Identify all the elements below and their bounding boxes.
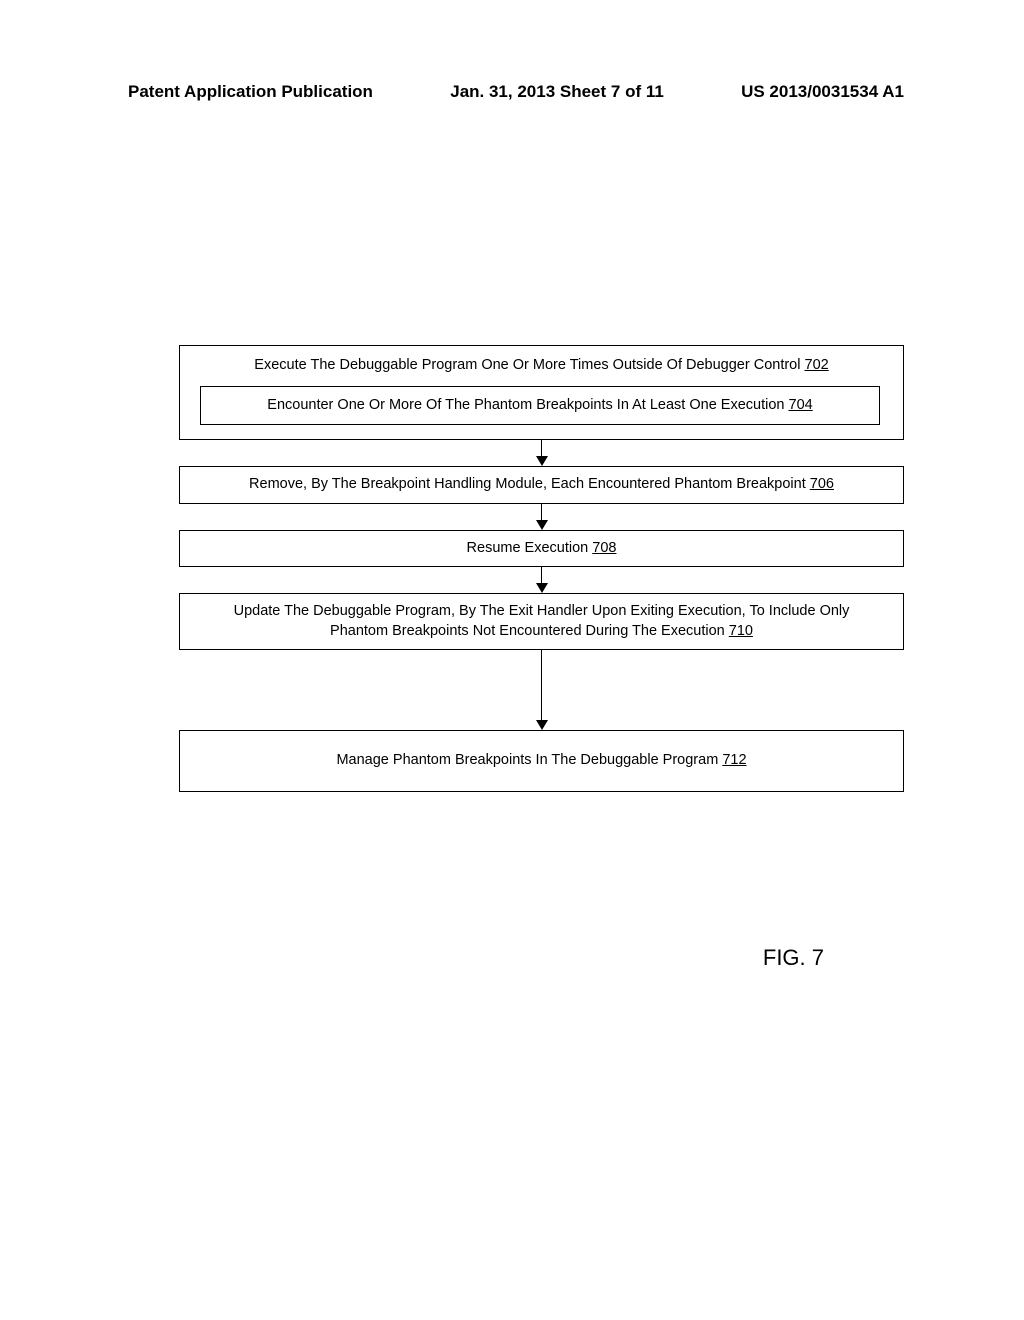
arrow-head-icon — [536, 583, 548, 593]
header-publication: Patent Application Publication — [128, 82, 373, 102]
arrow-shaft — [541, 504, 543, 520]
header-sheet-info: Jan. 31, 2013 Sheet 7 of 11 — [450, 82, 664, 102]
step-708: Resume Execution 708 — [179, 530, 904, 568]
step-702-text: Execute The Debuggable Program One Or Mo… — [200, 356, 883, 376]
arrow-shaft — [541, 650, 543, 720]
step-710: Update The Debuggable Program, By The Ex… — [179, 593, 904, 650]
step-708-ref: 708 — [592, 540, 616, 556]
arrow-icon — [536, 504, 548, 530]
step-702-ref: 702 — [805, 357, 829, 373]
arrow-head-icon — [536, 456, 548, 466]
step-706-label: Remove, By The Breakpoint Handling Modul… — [249, 476, 810, 492]
arrow-head-icon — [536, 720, 548, 730]
step-712: Manage Phantom Breakpoints In The Debugg… — [179, 730, 904, 792]
header-pub-number: US 2013/0031534 A1 — [741, 82, 904, 102]
arrow-icon — [536, 650, 548, 730]
step-708-label: Resume Execution — [467, 540, 593, 556]
step-710-ref: 710 — [729, 623, 753, 639]
step-710-line2: Phantom Breakpoints Not Encountered Duri… — [330, 623, 729, 639]
step-706: Remove, By The Breakpoint Handling Modul… — [179, 466, 904, 504]
step-710-line1: Update The Debuggable Program, By The Ex… — [234, 603, 850, 619]
arrow-shaft — [541, 440, 543, 456]
arrow-head-icon — [536, 520, 548, 530]
arrow-icon — [536, 567, 548, 593]
step-704-label: Encounter One Or More Of The Phantom Bre… — [267, 397, 788, 413]
step-712-label: Manage Phantom Breakpoints In The Debugg… — [336, 752, 722, 768]
figure-label: FIG. 7 — [763, 945, 824, 971]
arrow-shaft — [541, 567, 543, 583]
flowchart: Execute The Debuggable Program One Or Mo… — [179, 345, 904, 792]
step-704: Encounter One Or More Of The Phantom Bre… — [200, 386, 880, 426]
step-702-container: Execute The Debuggable Program One Or Mo… — [179, 345, 904, 440]
step-704-ref: 704 — [789, 397, 813, 413]
arrow-icon — [536, 440, 548, 466]
page-header: Patent Application Publication Jan. 31, … — [0, 82, 1024, 102]
step-706-ref: 706 — [810, 476, 834, 492]
step-712-ref: 712 — [722, 752, 746, 768]
step-702-label: Execute The Debuggable Program One Or Mo… — [254, 357, 804, 373]
patent-page: Patent Application Publication Jan. 31, … — [0, 0, 1024, 1320]
